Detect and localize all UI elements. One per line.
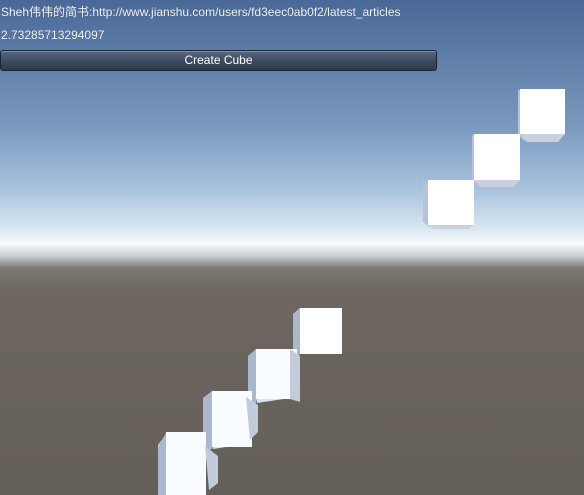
time-value-label: 2.73285713294097 <box>1 28 105 42</box>
cube-upper-2 <box>472 134 520 187</box>
cube-lower-3 <box>203 391 258 452</box>
cube-upper-1 <box>518 89 565 142</box>
cube-upper-3 <box>423 180 474 229</box>
cubes-layer <box>158 89 565 495</box>
blog-url-label: Sheh伟伟的简书:http://www.jianshu.com/users/f… <box>1 5 401 19</box>
game-viewport: Sheh伟伟的简书:http://www.jianshu.com/users/f… <box>0 0 584 495</box>
create-cube-button[interactable]: Create Cube <box>0 50 437 71</box>
cube-lower-2 <box>248 349 300 408</box>
cube-lower-1 <box>293 308 342 360</box>
